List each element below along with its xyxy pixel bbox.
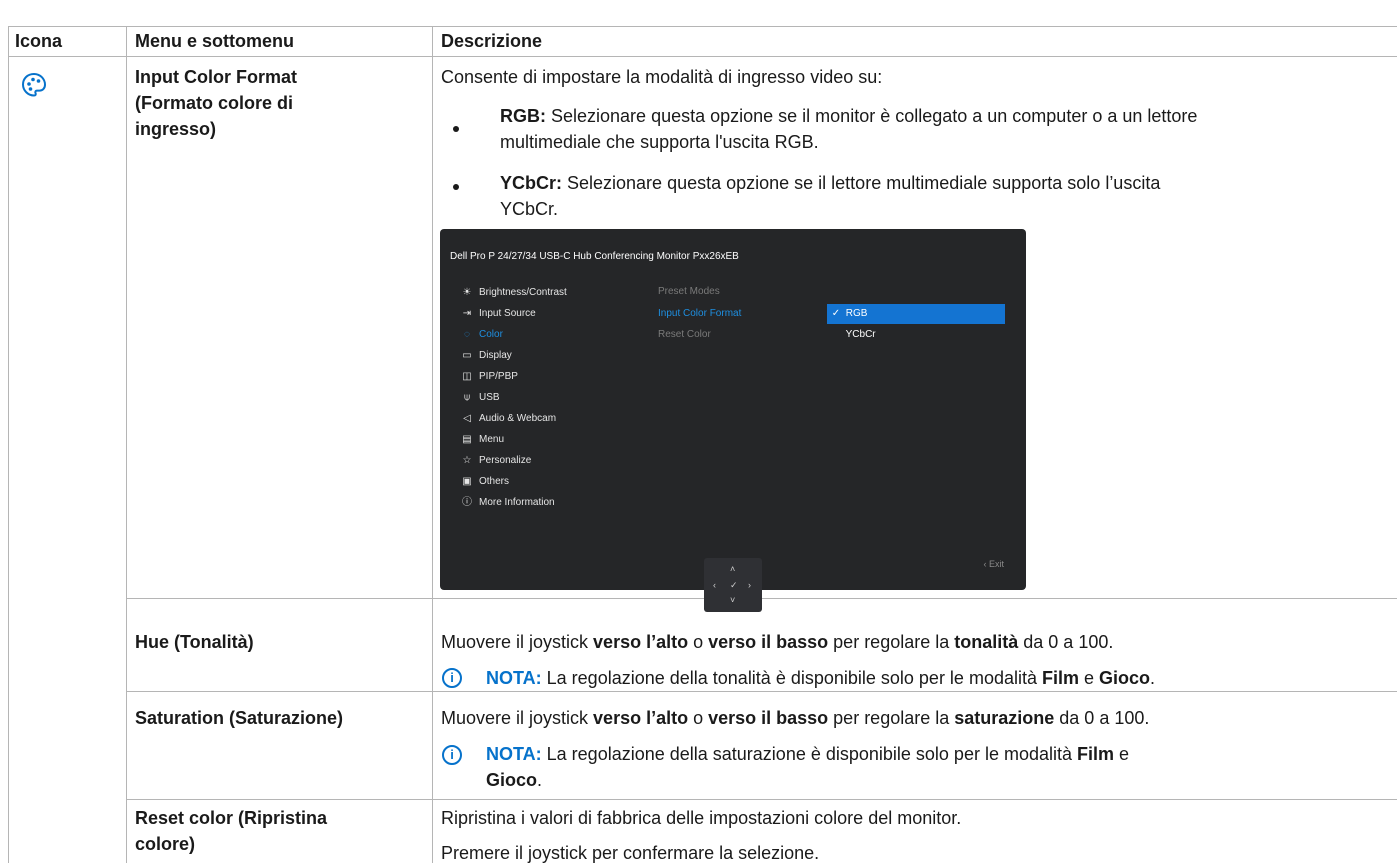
speaker-icon: ◁ xyxy=(463,413,471,424)
display-icon: ▭ xyxy=(462,350,472,361)
osd-menu-item: ⇥ Input Source xyxy=(460,305,536,323)
osd-menu-item: ▭ Display xyxy=(460,347,512,365)
input-icon: ⇥ xyxy=(462,308,472,319)
chevron-down-icon: ˅ xyxy=(730,595,736,605)
palette-icon xyxy=(21,72,47,97)
osd-menu-label: USB xyxy=(479,392,500,403)
check-icon: ✓ xyxy=(730,580,738,590)
osd-option-ycbcr: YCbCr xyxy=(845,329,876,340)
menu-reset-color: Reset color (Ripristina colore) xyxy=(135,808,328,854)
star-icon: ☆ xyxy=(462,455,472,466)
osd-submenu-reset-color: Reset Color xyxy=(658,329,711,340)
osd-title: Dell Pro P 24/27/34 USB-C Hub Conferenci… xyxy=(450,251,739,262)
reset-description: Ripristina i valori di fabbrica delle im… xyxy=(441,808,962,828)
osd-menu-item: ⓘ More Information xyxy=(460,494,555,512)
osd-menu-item: ▣ Others xyxy=(460,473,509,491)
osd-menu-item: ☆ Personalize xyxy=(460,452,532,470)
ycbcr-description: YCbCr: Selezionare questa opzione se il … xyxy=(500,173,1161,219)
table-left-border xyxy=(8,26,9,863)
menu-hue: Hue (Tonalità) xyxy=(135,632,254,652)
menu-input-color-format: Input Color Format (Formato colore di in… xyxy=(135,67,297,139)
chevron-up-icon: ˄ xyxy=(730,564,736,574)
osd-menu-item: ☀ Brightness/Contrast xyxy=(460,284,567,302)
osd-menu-label: More Information xyxy=(479,497,555,508)
osd-option-rgb: ✓ RGB xyxy=(827,304,1005,324)
osd-menu-label: PIP/PBP xyxy=(479,371,518,382)
osd-menu-item: ◁ Audio & Webcam xyxy=(460,410,556,428)
col-divider xyxy=(432,26,433,863)
osd-menu-label: Menu xyxy=(479,434,505,445)
bullet xyxy=(453,184,459,190)
osd-menu-item: ◌ Color xyxy=(460,326,503,344)
reset-instruction: Premere il joystick per confermare la se… xyxy=(441,843,820,863)
col-divider xyxy=(126,26,127,863)
osd-menu-label: Color xyxy=(479,329,503,340)
header-menu-column: Menu e sottomenu xyxy=(135,31,295,51)
osd-menu-label: Display xyxy=(479,350,512,361)
hue-description: Muovere il joystick verso l’alto o verso… xyxy=(441,632,1114,652)
osd-submenu-input-color-format: Input Color Format xyxy=(658,308,742,319)
rgb-description: RGB: Selezionare questa opzione se il mo… xyxy=(500,106,1198,152)
chevron-right-icon: › xyxy=(748,580,751,590)
chevron-left-icon: ‹ xyxy=(713,580,716,590)
menu-saturation: Saturation (Saturazione) xyxy=(135,708,344,728)
saturation-description: Muovere il joystick verso l’alto o verso… xyxy=(441,708,1150,728)
info-icon: ⓘ xyxy=(462,497,472,508)
header-description-column: Descrizione xyxy=(441,31,543,51)
osd-exit: ‹ Exit xyxy=(983,559,1004,569)
osd-menu-label: Brightness/Contrast xyxy=(479,287,567,298)
sun-icon: ☀ xyxy=(462,287,472,298)
menu-icon: ▤ xyxy=(462,434,472,445)
osd-menu-label: Audio & Webcam xyxy=(479,413,557,424)
osd-menu-item: ▤ Menu xyxy=(460,431,504,449)
header-icon-column: Icona xyxy=(15,31,63,51)
hue-note: NOTA: La regolazione della tonalità è di… xyxy=(486,668,1156,688)
osd-submenu-preset-modes: Preset Modes xyxy=(658,286,720,297)
info-icon: i xyxy=(442,745,462,765)
usb-icon: ⍦ xyxy=(464,392,470,403)
osd-menu-item: ⍦ USB xyxy=(460,389,500,407)
intro-text: Consente di impostare la modalità di ing… xyxy=(441,67,883,87)
info-icon: i xyxy=(442,668,462,688)
osd-menu-label: Input Source xyxy=(479,308,536,319)
palette-icon: ◌ xyxy=(464,329,470,340)
check-icon: ✓ xyxy=(831,308,841,319)
pip-icon: ◫ xyxy=(462,371,472,382)
osd-menu-label: Others xyxy=(479,476,510,487)
bullet xyxy=(453,126,459,132)
osd-menu-item: ◫ PIP/PBP xyxy=(460,368,518,386)
row-divider xyxy=(126,799,1397,800)
others-icon: ▣ xyxy=(462,476,472,487)
header-bottom-border xyxy=(8,56,1397,57)
joystick-guide: ˄ ‹ ✓ › ˅ xyxy=(704,558,762,612)
row-divider xyxy=(126,691,1397,692)
saturation-note: NOTA: La regolazione della saturazione è… xyxy=(486,744,1130,790)
osd-menu-screenshot: Dell Pro P 24/27/34 USB-C Hub Conferenci… xyxy=(440,229,1026,590)
osd-menu-label: Personalize xyxy=(479,455,532,466)
